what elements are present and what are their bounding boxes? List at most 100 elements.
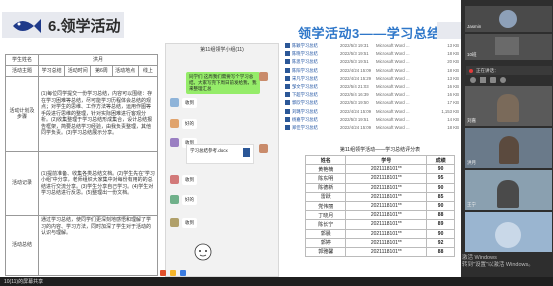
table-cell: 学习总结 — [37, 65, 66, 77]
section-label: 活动记录 — [5, 151, 39, 216]
file-type: Microsoft Word ... — [376, 84, 410, 89]
title-banner: 6.领学活动 — [2, 12, 124, 38]
file-date: 2022/5/3 19:50 — [340, 100, 369, 106]
word-file-icon — [285, 84, 290, 89]
table-cell: 88 — [426, 246, 455, 258]
file-size: 13 KB — [447, 43, 459, 48]
file-name: 陈颖学习总结 — [292, 43, 318, 48]
file-attachment-name: 学习总结参考.docx — [190, 148, 228, 153]
file-type: Microsoft Word ... — [376, 43, 410, 48]
table-row: 陈德新 2021118101** 90 — [304, 182, 455, 193]
table-cell: 雷跃 — [304, 191, 347, 202]
avatar — [170, 138, 179, 147]
screen-share-bar: 10(11)的屏幕共享 — [0, 277, 553, 286]
table-cell: 郭婷 — [304, 237, 347, 248]
video-feed — [499, 136, 519, 164]
chat-message: 同学们 这周我们需要写个学习总结。大家写完下周日前发给我，我来整理汇总 — [186, 72, 260, 94]
word-file-icon — [285, 100, 290, 106]
table-cell: 90 — [426, 228, 455, 239]
file-date: 2022/5/3 19:51 — [340, 116, 369, 122]
file-date: 2022/4/24 15:09 — [340, 125, 372, 130]
table-cell: 活动主题 — [5, 65, 39, 77]
file-attachment[interactable]: 学习总结参考.docx — [186, 144, 254, 164]
section-text: (1)提前准备、收集各类总结文档。(2)学生先在“学习小组”中分享，老师组织大家… — [38, 151, 158, 216]
table-cell: 学生姓名 — [5, 54, 39, 66]
app-icon[interactable] — [180, 270, 186, 276]
share-icon[interactable] — [490, 77, 496, 83]
table-cell: 党伟丽 — [304, 200, 347, 212]
file-type: Microsoft Word ... — [376, 100, 410, 106]
file-size: 18 KB — [447, 67, 459, 73]
word-file-icon — [285, 75, 290, 81]
meeting-toolbar — [466, 77, 552, 84]
table-cell: 2021118101** — [345, 182, 428, 193]
participant-video[interactable]: 王宁 — [465, 170, 552, 210]
table-cell: 丁晓月 — [304, 210, 347, 221]
file-type: Microsoft Word ... — [376, 51, 410, 57]
participant-video[interactable] — [465, 212, 552, 252]
file-row[interactable]: 下超学习总结 2022/5/4 16:39 Microsoft Word ... 16… — [283, 91, 461, 99]
file-size: 16 KB — [447, 92, 459, 98]
file-name: 陈思学习总结 — [292, 59, 318, 65]
table-row: 陈东明 2021118101** 95 — [304, 173, 455, 184]
file-row[interactable]: 陈阳学习总结 2022/4/24 15:09 Microsoft Word ... 1… — [283, 67, 461, 75]
participant-name: Jasmin — [467, 24, 482, 29]
avatar — [170, 98, 179, 107]
activity-info-table: 学生姓名 洪月 活动主题 学习总结 活动时间 第6周 活动地点 线上 活动计划及… — [5, 54, 159, 276]
file-row[interactable]: 郑佳学习总结 2022/4/24 15:09 Microsoft Word ... 1… — [283, 124, 461, 132]
file-date: 2022/5/3 19:31 — [340, 43, 369, 48]
file-row[interactable]: 郭欣学习总结 2022/5/3 19:50 Microsoft Word ... 17… — [283, 99, 461, 107]
table-cell: 2021118101** — [345, 191, 428, 202]
camera-icon[interactable] — [480, 77, 486, 83]
avatar — [499, 10, 517, 28]
app-icon[interactable] — [170, 270, 176, 276]
chat-window: 第11组领学小组(11) 同学们 这周我们需要写个学习总结。大家写完下周日前发给… — [165, 43, 279, 277]
file-type: Microsoft Word ... — [376, 75, 410, 81]
file-row[interactable]: 陈颖学习总结 2022/5/3 19:31 Microsoft Word ... 13… — [283, 42, 461, 50]
activation-line: 转到"设置"以激活 Windows。 — [462, 262, 534, 268]
table-cell: 89 — [426, 219, 455, 230]
avatar — [259, 144, 268, 153]
taskbar — [160, 270, 300, 277]
file-list: 陈颖学习总结 2022/5/3 19:31 Microsoft Word ... 13… — [283, 39, 461, 135]
table-cell: 2021118101** — [345, 173, 428, 184]
table-row: 郭雅馨 2021118101** 88 — [304, 246, 455, 258]
chat-message: 好的 — [182, 195, 197, 205]
file-row[interactable]: 邹文学习总结 2022/5/4 21:03 Microsoft Word ... 16… — [283, 83, 461, 91]
file-size: 18 KB — [447, 51, 459, 57]
file-row[interactable]: 陈晓学习总结 2022/5/3 19:51 Microsoft Word ... 18… — [283, 50, 461, 58]
table-cell: 陈长宁 — [304, 219, 347, 230]
word-file-icon — [285, 125, 290, 130]
file-row[interactable]: 陈思学习总结 2022/5/3 19:51 Microsoft Word ... 20… — [283, 58, 461, 66]
mic-icon[interactable] — [470, 77, 476, 83]
file-name: 下超学习总结 — [292, 92, 318, 98]
screen-share-label: 10(11)的屏幕共享 — [4, 279, 44, 285]
shared-slide: 6.领学活动 领学活动3——学习总结 学生姓名 洪月 活动主题 学习总结 活动时… — [0, 0, 461, 277]
file-name: 陈晓学习总结 — [292, 51, 318, 57]
video-feed — [497, 94, 519, 122]
table-cell: 2021118101** — [345, 164, 428, 175]
file-row[interactable]: 宋凡学习总结 2022/4/24 15:29 Microsoft Word ... 1… — [283, 75, 461, 83]
file-name: 刘璐学习总结 — [292, 108, 318, 114]
participants-icon[interactable] — [500, 77, 506, 83]
file-type: Microsoft Word ... — [376, 125, 410, 130]
score-table: 第11组领学活动——学习总结评分表 姓名 学号 成绩 黄艳楠 2021118101** 9… — [304, 146, 455, 258]
table-cell: 2021118101** — [345, 246, 428, 258]
file-date: 2022/5/3 19:51 — [340, 51, 369, 57]
file-type: Microsoft Word ... — [376, 67, 410, 73]
table-cell: 90 — [426, 164, 455, 175]
participant-name: 10班 — [467, 52, 477, 57]
file-date: 2022/4/24 15:29 — [340, 75, 372, 81]
participant-video[interactable]: Jasmin — [465, 6, 552, 32]
participant-video[interactable]: 10班 — [465, 34, 552, 60]
table-cell: 88 — [426, 210, 455, 221]
video-feed — [495, 37, 519, 55]
file-row[interactable]: 杨嘉学习总结 2022/5/3 19:51 Microsoft Word ... 14… — [283, 116, 461, 124]
participant-video[interactable]: 洪月 — [465, 128, 552, 168]
sticker-icon — [194, 243, 212, 261]
participant-video[interactable]: 刘嘉 — [465, 86, 552, 126]
table-cell: 第6周 — [90, 65, 113, 77]
file-row[interactable]: 刘璐学习总结 2022/4/24 15:09 Microsoft Word ... 1… — [283, 108, 461, 116]
participant-name: 刘嘉 — [467, 118, 476, 123]
app-icon[interactable] — [160, 270, 166, 276]
